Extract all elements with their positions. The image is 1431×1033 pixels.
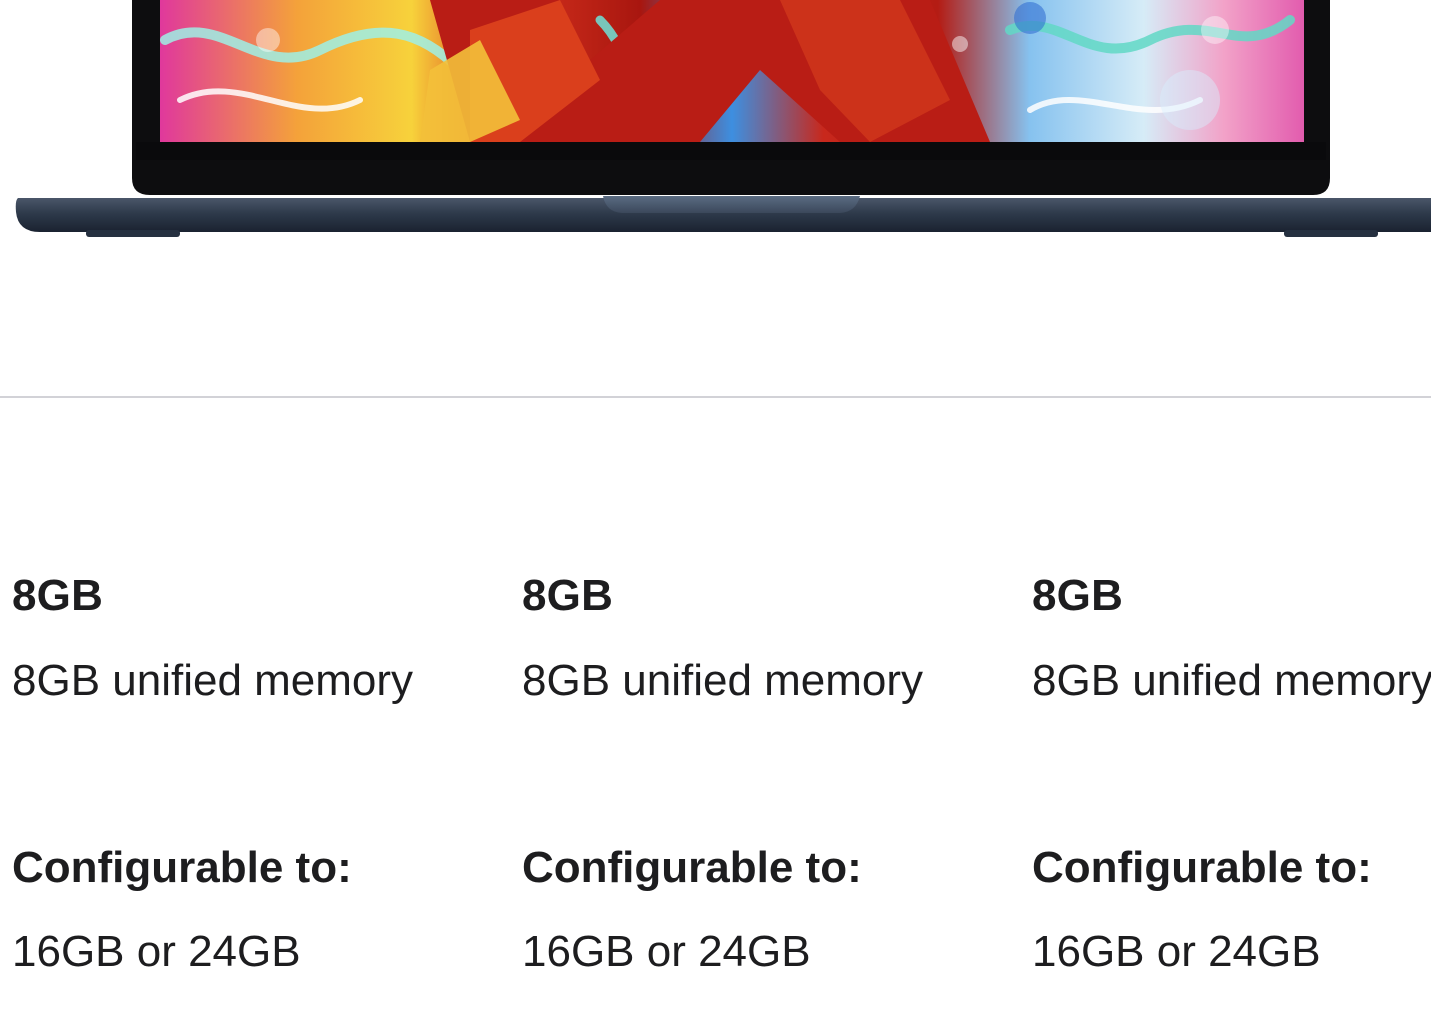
spec-column-3: 8GB 8GB unified memory Configurable to: … [1032, 0, 1431, 1033]
configurable-label: Configurable to: [522, 843, 862, 892]
spec-column-1: 8GB 8GB unified memory Configurable to: … [12, 0, 512, 1033]
memory-title: 8GB [522, 571, 614, 620]
configurable-value: 16GB or 24GB [1032, 927, 1321, 976]
page: 8GB 8GB unified memory Configurable to: … [0, 0, 1431, 1033]
configurable-value: 16GB or 24GB [522, 927, 811, 976]
spec-column-2: 8GB 8GB unified memory Configurable to: … [522, 0, 1022, 1033]
configurable-label: Configurable to: [1032, 843, 1372, 892]
configurable-value: 16GB or 24GB [12, 927, 301, 976]
memory-description: 8GB unified memory [1032, 656, 1431, 705]
memory-title: 8GB [1032, 571, 1124, 620]
configurable-label: Configurable to: [12, 843, 352, 892]
memory-description: 8GB unified memory [12, 656, 414, 705]
memory-title: 8GB [12, 571, 104, 620]
memory-description: 8GB unified memory [522, 656, 924, 705]
